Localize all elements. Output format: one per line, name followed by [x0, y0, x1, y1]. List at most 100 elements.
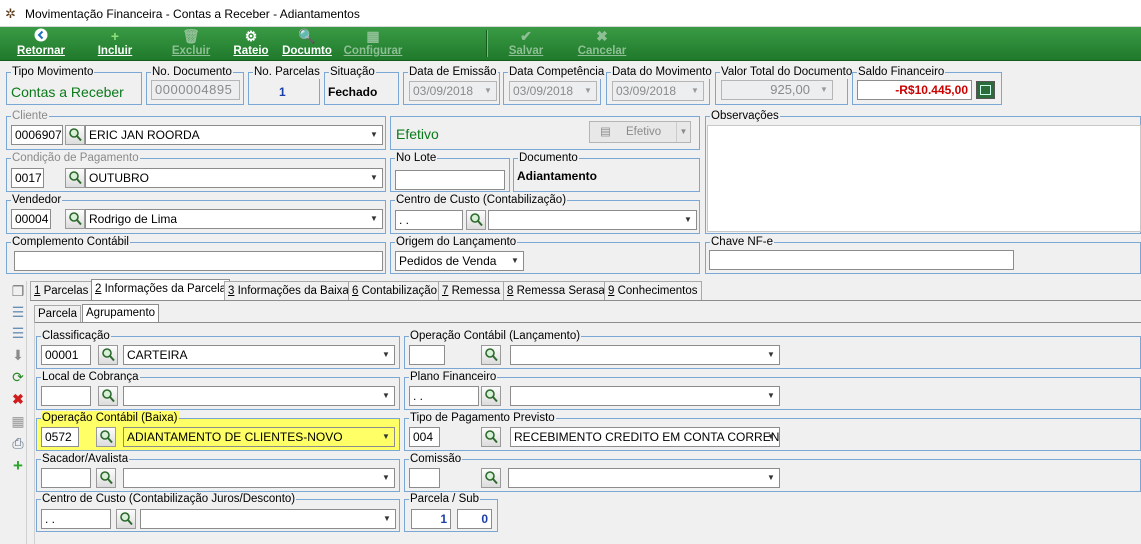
- calculator-icon[interactable]: [976, 81, 995, 99]
- tab-informacoes-baixa[interactable]: 3 Informações da Baixa: [224, 281, 353, 301]
- cc-juros-combo[interactable]: ▼: [140, 509, 396, 529]
- comissao-group: Comissão ▼: [404, 452, 1141, 492]
- no-lote-field[interactable]: [395, 170, 505, 190]
- tipo-pag-combo[interactable]: RECEBIMENTO CREDITO EM CONTA CORRENTE ▼: [510, 427, 780, 447]
- op-contabil-lanc-combo[interactable]: ▼: [510, 345, 780, 365]
- centro-custo-code-field[interactable]: . .: [395, 210, 463, 230]
- document-search-icon: 🔍: [298, 28, 316, 44]
- window-title: Movimentação Financeira - Contas a Receb…: [25, 7, 360, 21]
- cc-juros-lookup-button[interactable]: [116, 509, 136, 529]
- no-documento-field[interactable]: 0000004895: [151, 80, 240, 100]
- vendedor-name-combo[interactable]: Rodrigo de Lima ▼: [85, 209, 383, 229]
- op-baixa-combo[interactable]: ADIANTAMENTO DE CLIENTES-NOVO ▼: [123, 427, 395, 447]
- condicao-name-combo[interactable]: OUTUBRO ▼: [85, 168, 383, 188]
- delete-icon[interactable]: ✖: [9, 391, 27, 408]
- centro-custo-lookup-button[interactable]: [466, 210, 486, 230]
- rateio-icon: ⚙: [244, 28, 258, 44]
- parcela-field[interactable]: 1: [411, 509, 451, 529]
- retornar-button[interactable]: Retornar: [12, 28, 70, 60]
- dropdown-arrow-icon: ▼: [767, 391, 775, 400]
- tab-strip: 1 Parcelas 2 Informações da Parcela 3 In…: [30, 279, 1141, 301]
- list-down-icon[interactable]: ☰: [9, 325, 27, 342]
- comissao-code-field[interactable]: [409, 468, 440, 488]
- no-parcelas-group: No. Parcelas 1: [248, 65, 321, 105]
- tab-informacoes-parcela[interactable]: 2 Informações da Parcela: [91, 279, 231, 301]
- valor-total-field[interactable]: 925,00 ▼: [721, 80, 833, 100]
- vendedor-lookup-button[interactable]: [65, 209, 85, 229]
- salvar-button[interactable]: ✔ Salvar: [504, 28, 548, 60]
- magnifier-icon: [102, 348, 115, 362]
- tipo-pag-lookup-button[interactable]: [481, 427, 501, 447]
- data-emissao-field[interactable]: 03/09/2018 ▼: [409, 81, 497, 101]
- sacador-combo[interactable]: ▼: [123, 468, 395, 488]
- op-baixa-code-field[interactable]: 0572: [41, 427, 79, 447]
- local-cobranca-combo[interactable]: ▼: [123, 386, 395, 406]
- cancelar-button[interactable]: ✖ Cancelar: [574, 28, 630, 60]
- op-baixa-lookup-button[interactable]: [96, 427, 116, 447]
- condicao-group: Condição de Pagamento 0017 OUTUBRO ▼: [6, 151, 386, 192]
- cliente-code-field[interactable]: 0006907: [11, 125, 63, 145]
- comissao-combo[interactable]: ▼: [508, 468, 780, 488]
- tab-conhecimentos[interactable]: 9 Conhecimentos: [604, 281, 702, 301]
- incluir-button[interactable]: + Incluir: [94, 28, 136, 60]
- tab-parcelas[interactable]: 1 Parcelas: [30, 281, 93, 301]
- local-cobranca-code-field[interactable]: [41, 386, 91, 406]
- op-contabil-lanc-code-field[interactable]: [409, 345, 445, 365]
- plano-lookup-button[interactable]: [481, 386, 501, 406]
- copy-icon[interactable]: ❐: [9, 283, 27, 300]
- origem-combo[interactable]: Pedidos de Venda ▼: [395, 251, 524, 271]
- dropdown-arrow-icon: ▼: [511, 256, 519, 265]
- classificacao-code-field[interactable]: 00001: [41, 345, 91, 365]
- chave-nfe-field[interactable]: [709, 250, 1014, 270]
- data-movimento-field[interactable]: 03/09/2018 ▼: [612, 81, 704, 101]
- cliente-name-combo[interactable]: ERIC JAN ROORDA ▼: [85, 125, 383, 145]
- chave-nfe-group: Chave NF-e: [705, 235, 1141, 274]
- observacoes-group: Observações: [705, 109, 1141, 234]
- plus-icon: +: [110, 28, 120, 44]
- data-competencia-field[interactable]: 03/09/2018 ▼: [509, 81, 597, 101]
- toolbar: Retornar + Incluir 🗑 Excluir ⚙ Rateio 🔍 …: [0, 27, 1141, 61]
- sub-field[interactable]: 0: [457, 509, 492, 529]
- plano-code-field[interactable]: . .: [409, 386, 479, 406]
- refresh-icon[interactable]: ⟳: [9, 369, 27, 386]
- saldo-field[interactable]: -R$10.445,00: [857, 80, 972, 100]
- op-contabil-baixa-group: Operação Contábil (Baixa) 0572 ADIANTAME…: [36, 411, 400, 451]
- tab-contabilizacao[interactable]: 6 Contabilização: [348, 281, 442, 301]
- sacador-lookup-button[interactable]: [96, 468, 116, 488]
- condicao-lookup-button[interactable]: [65, 168, 85, 188]
- status-dropdown-button[interactable]: ▤ Efetivo ▼: [589, 121, 691, 143]
- data-emissao-group: Data de Emissão 03/09/2018 ▼: [403, 65, 500, 105]
- cliente-lookup-button[interactable]: [65, 125, 85, 145]
- excluir-button[interactable]: 🗑 Excluir: [170, 28, 212, 60]
- centro-custo-combo[interactable]: ▼: [488, 210, 697, 230]
- plano-combo[interactable]: ▼: [510, 386, 780, 406]
- comissao-lookup-button[interactable]: [481, 468, 501, 488]
- download-icon[interactable]: ⬇: [9, 347, 27, 364]
- origem-group: Origem do Lançamento Pedidos de Venda ▼: [390, 235, 700, 274]
- local-cobranca-lookup-button[interactable]: [98, 386, 118, 406]
- tab-remessa[interactable]: 7 Remessa: [438, 281, 505, 301]
- dropdown-arrow-icon: ▼: [370, 173, 378, 182]
- no-parcelas-value: 1: [279, 85, 286, 99]
- grid-icon[interactable]: ▦: [9, 413, 27, 430]
- list-up-icon[interactable]: ☰: [9, 304, 27, 321]
- subtab-parcela[interactable]: Parcela: [34, 305, 81, 323]
- documento-button[interactable]: 🔍 Documto: [279, 28, 335, 60]
- tab-remessa-serasa[interactable]: 8 Remessa Serasa: [503, 281, 609, 301]
- sacador-code-field[interactable]: [41, 468, 91, 488]
- rateio-button[interactable]: ⚙ Rateio: [231, 28, 271, 60]
- classificacao-combo[interactable]: CARTEIRA ▼: [123, 345, 395, 365]
- condicao-code-field[interactable]: 0017: [11, 168, 44, 188]
- subtab-agrupamento[interactable]: Agrupamento: [82, 304, 160, 323]
- op-contabil-lanc-lookup-button[interactable]: [481, 345, 501, 365]
- magnifier-icon: [69, 128, 82, 142]
- add-icon[interactable]: +: [9, 457, 27, 474]
- tipo-pag-code-field[interactable]: 004: [409, 427, 440, 447]
- classificacao-lookup-button[interactable]: [98, 345, 118, 365]
- vendedor-code-field[interactable]: 00004: [11, 209, 51, 229]
- cc-juros-code-field[interactable]: . .: [41, 509, 111, 529]
- configurar-button[interactable]: ▦ Configurar: [341, 28, 405, 60]
- observacoes-textarea[interactable]: [707, 125, 1141, 232]
- print-icon[interactable]: ⎙: [9, 435, 27, 452]
- complemento-field[interactable]: [14, 251, 383, 271]
